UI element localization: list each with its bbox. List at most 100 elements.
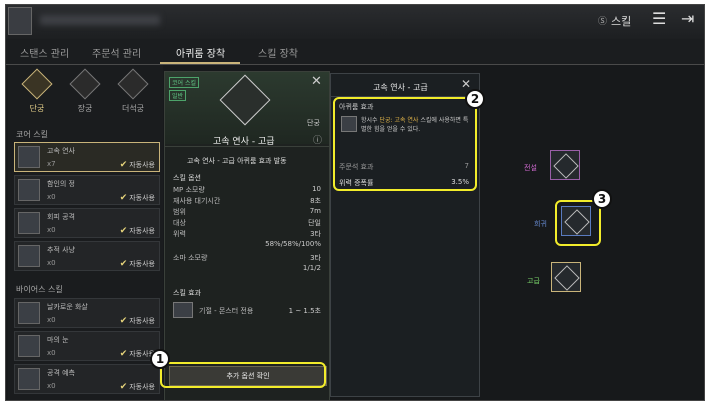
auto-use-label: 자동사용	[129, 194, 155, 202]
option-label: 범위	[173, 208, 186, 216]
effect-heading: 스킬 효과	[173, 289, 201, 297]
tier-badge: 일반	[169, 90, 187, 101]
option-value: 8초	[310, 197, 321, 205]
long-bow-category-icon[interactable]	[69, 68, 101, 100]
tab-stance[interactable]: 스탠스 관리	[20, 45, 69, 60]
tier-label-legendary: 전설	[524, 164, 537, 172]
category-label-crossbow: 더석궁	[121, 104, 145, 113]
highlight-confirm-button	[160, 362, 326, 388]
weapon-label: 단궁	[307, 119, 320, 127]
check-icon: ✔	[119, 316, 128, 326]
blurred-name	[40, 15, 160, 25]
category-label-short-bow: 단궁	[29, 104, 45, 113]
row-count: x0	[47, 226, 56, 234]
panel-title: 고속 연사 - 고급	[373, 83, 428, 92]
skill-label[interactable]: 스킬	[611, 13, 631, 29]
rapid-fire-large-icon	[219, 74, 271, 126]
core-skill-badge: 코어 스킬	[169, 77, 199, 88]
check-icon: ✔	[119, 226, 128, 236]
option-value: 1/1/2	[302, 264, 321, 272]
auto-use-label: 자동사용	[129, 383, 155, 391]
skill-icon-5	[18, 302, 40, 324]
check-icon: ✔	[119, 160, 128, 170]
skill-icon: Ⓢ	[598, 17, 608, 27]
row-name: 공격 예측	[47, 369, 75, 377]
auto-use-toggle[interactable]: ✔ 자동사용	[120, 259, 155, 269]
check-icon: ✔	[119, 193, 128, 203]
check-icon: ✔	[119, 349, 128, 359]
close-icon[interactable]: ✕	[311, 74, 322, 89]
auto-use-label: 자동사용	[129, 260, 155, 268]
tier-label-advanced: 고급	[527, 277, 540, 285]
skill-icon-7	[18, 368, 40, 390]
short-bow-category-icon[interactable]	[21, 68, 53, 100]
check-icon: ✔	[119, 259, 128, 269]
option-label: 대상	[173, 219, 186, 227]
tab-skill-equip[interactable]: 스킬 장착	[258, 45, 298, 60]
skill-row-6[interactable]: 마의 눈 x0 ✔ 자동사용	[14, 331, 160, 361]
tab-order-stone[interactable]: 주문석 관리	[92, 45, 141, 60]
row-count: x7	[47, 160, 56, 168]
skill-row-2[interactable]: 함인의 정 x0 ✔ 자동사용	[14, 175, 160, 205]
divider	[165, 146, 329, 147]
info-icon[interactable]: ⓘ	[313, 133, 322, 146]
row-count: x0	[47, 316, 56, 324]
auto-use-toggle[interactable]: ✔ 자동사용	[120, 193, 155, 203]
rapid-fire-icon	[18, 146, 40, 168]
stun-icon	[173, 302, 193, 318]
legendary-slot[interactable]	[550, 150, 580, 180]
skill-detail-panel: 코어 스킬 일반 ✕ 단궁 고속 연사 - 고급 ⓘ 고속 연사 - 고급 아퀴…	[164, 71, 330, 400]
option-label: 재사용 대기시간	[173, 197, 221, 205]
effect-name: 기절 - 몬스터 전용	[199, 307, 254, 315]
skill-row-5[interactable]: 날카로운 화살 x0 ✔ 자동사용	[14, 298, 160, 328]
skill-icon-2	[18, 179, 40, 201]
auto-use-toggle[interactable]: ✔ 자동사용	[120, 226, 155, 236]
tab-aquirum[interactable]: 아퀴룸 장착	[176, 45, 225, 60]
auto-use-label: 자동사용	[129, 161, 155, 169]
skill-list-panel: 단궁 장궁 더석궁 코어 스킬 고속 연사 x7 ✔ 자동사용 함인의 정 x0 …	[8, 65, 163, 400]
tier-label-rare: 희귀	[534, 220, 547, 228]
option-label: MP 소모량	[173, 186, 205, 194]
exit-icon[interactable]: ⇥	[681, 9, 694, 28]
row-name: 마의 눈	[47, 336, 69, 344]
slot-icon	[554, 265, 580, 291]
option-value: 단일	[308, 219, 321, 227]
auto-use-label: 자동사용	[129, 227, 155, 235]
skill-row-4[interactable]: 추적 사냥 x0 ✔ 자동사용	[14, 241, 160, 271]
row-count: x0	[47, 259, 56, 267]
effect-value: 1 ~ 1.5초	[288, 307, 321, 315]
skill-row-7[interactable]: 공격 예측 x0 ✔ 자동사용	[14, 364, 160, 394]
option-value: 7m	[309, 207, 321, 215]
check-icon: ✔	[119, 382, 128, 392]
skill-icon-6	[18, 335, 40, 357]
row-name: 회피 공격	[47, 213, 75, 221]
top-bar: Ⓢ 스킬 ☰ ⇥	[6, 5, 704, 39]
category-label-long-bow: 장궁	[77, 104, 93, 113]
skill-row-3[interactable]: 회피 공격 x0 ✔ 자동사용	[14, 208, 160, 238]
row-name: 고속 연사	[47, 147, 75, 155]
row-name: 날카로운 화살	[47, 303, 88, 311]
advanced-slot[interactable]	[551, 262, 581, 292]
option-value: 3타	[310, 230, 321, 238]
row-name: 추적 사냥	[47, 246, 75, 254]
character-avatar[interactable]	[8, 7, 32, 35]
step-badge-3: 3	[592, 189, 612, 209]
menu-icon[interactable]: ☰	[652, 9, 666, 28]
core-skill-heading: 코어 스킬	[16, 130, 48, 139]
row-count: x0	[47, 349, 56, 357]
slot-icon	[553, 153, 579, 179]
option-value: 10	[312, 185, 321, 193]
skill-icon-3	[18, 212, 40, 234]
crossbow-category-icon[interactable]	[117, 68, 149, 100]
row-count: x0	[47, 382, 56, 390]
auto-use-toggle[interactable]: ✔ 자동사용	[120, 160, 155, 170]
skill-row-rapid-fire[interactable]: 고속 연사 x7 ✔ 자동사용	[14, 142, 160, 172]
row-count: x0	[47, 193, 56, 201]
option-label: 소마 소모량	[173, 254, 208, 262]
auto-use-toggle[interactable]: ✔ 자동사용	[120, 316, 155, 326]
bias-skill-heading: 바이어스 스킬	[16, 285, 63, 294]
close-icon[interactable]: ✕	[461, 77, 471, 91]
auto-use-toggle[interactable]: ✔ 자동사용	[120, 382, 155, 392]
active-tab-underline	[160, 62, 240, 64]
auto-use-label: 자동사용	[129, 317, 155, 325]
